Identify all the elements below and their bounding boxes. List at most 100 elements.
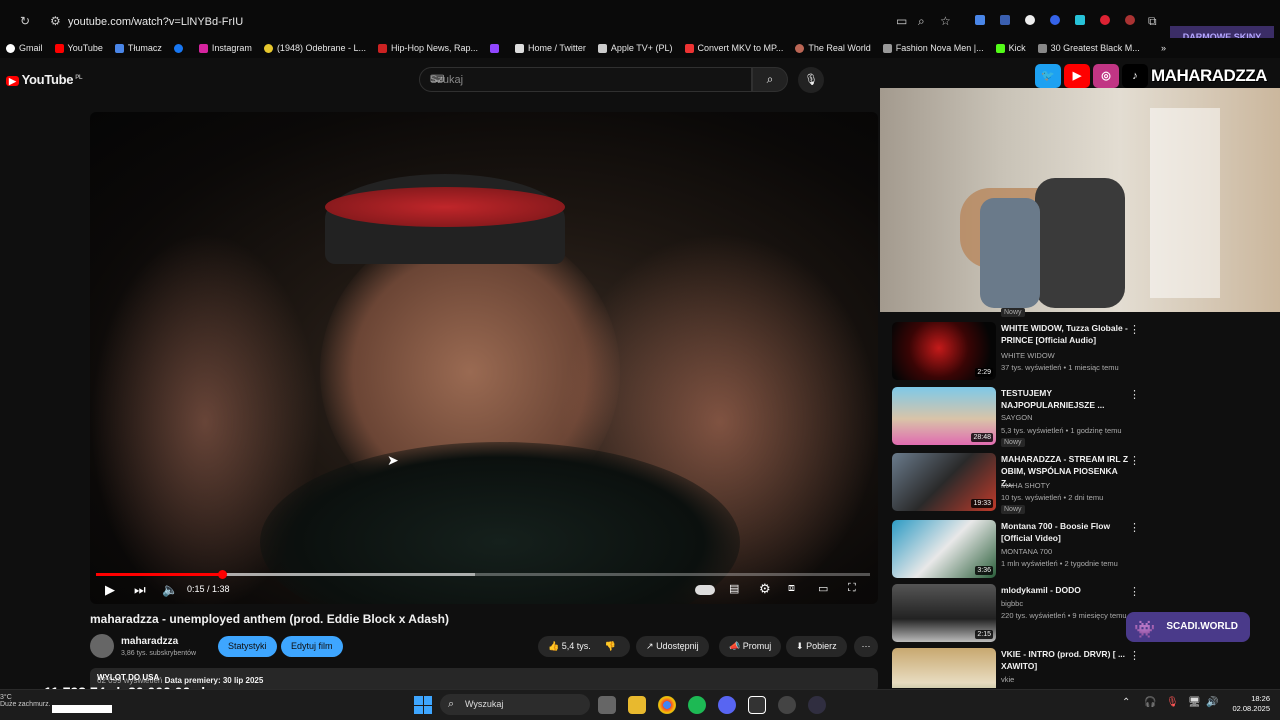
recommended-channel[interactable]: MAHA SHOTY — [1001, 481, 1050, 490]
autoplay-toggle[interactable] — [695, 585, 715, 595]
recommended-channel[interactable]: bigbbc — [1001, 599, 1023, 608]
zoom-icon[interactable]: ⌕ — [918, 14, 925, 29]
more-options-icon[interactable]: ⋮ — [1129, 585, 1140, 598]
steam-icon[interactable] — [778, 696, 796, 714]
volume-icon[interactable]: 🔈 — [162, 582, 178, 598]
spotify-icon[interactable] — [688, 696, 706, 714]
chrome-icon[interactable] — [658, 696, 676, 714]
bookmark-apple-tv[interactable]: Apple TV+ (PL) — [597, 43, 673, 53]
extension-icon[interactable] — [1050, 15, 1060, 25]
tray-overflow-icon[interactable]: ⌃ — [1122, 697, 1130, 708]
download-button[interactable]: ⬇ Pobierz — [786, 636, 847, 657]
video-thumbnail[interactable] — [892, 648, 996, 688]
recommended-channel[interactable]: SAYGON — [1001, 413, 1033, 422]
bookmark-real-world[interactable]: The Real World — [795, 43, 871, 53]
more-options-icon[interactable]: ⋮ — [1129, 323, 1140, 336]
bookmark-gmail[interactable]: Gmail — [6, 43, 43, 53]
bookmark-convert-mkv[interactable]: Convert MKV to MP... — [684, 43, 783, 53]
recommended-title[interactable]: TESTUJEMY NAJPOPULARNIEJSZE ... — [1001, 387, 1131, 411]
more-options-icon[interactable]: ⋮ — [1129, 521, 1140, 534]
recommended-video[interactable]: VKIE - INTRO (prod. DRVR) [ ... XAWITO] … — [892, 648, 1272, 688]
share-button[interactable]: ↗ Udostępnij — [636, 636, 709, 657]
recommended-title[interactable]: Montana 700 - Boosie Flow [Official Vide… — [1001, 520, 1131, 544]
progress-scrubber[interactable] — [217, 570, 227, 579]
video-player[interactable] — [90, 112, 878, 604]
address-bar[interactable]: youtube.com/watch?v=LlNYBd-FrIU — [68, 16, 243, 28]
theater-mode-icon[interactable]: ▭ — [818, 582, 828, 595]
more-options-icon[interactable]: ⋮ — [1129, 649, 1140, 662]
promote-button[interactable]: 📣 Promuj — [719, 636, 782, 657]
video-thumbnail[interactable]: 2:29 — [892, 322, 996, 380]
site-info-icon[interactable]: ⚙ — [50, 14, 61, 28]
recommended-title[interactable]: VKIE - INTRO (prod. DRVR) [ ... XAWITO] — [1001, 648, 1131, 672]
bookmark-star-icon[interactable]: ☆ — [940, 14, 951, 28]
thumbs-down-icon[interactable]: 👎 — [605, 641, 616, 651]
bookmark-fashion-nova[interactable]: Fashion Nova Men |... — [882, 43, 984, 53]
channel-avatar[interactable] — [90, 634, 114, 658]
extensions-puzzle-icon[interactable]: ⧉ — [1148, 14, 1157, 29]
extension-icon[interactable] — [1000, 15, 1010, 25]
video-thumbnail[interactable]: 2:15 — [892, 584, 996, 642]
recommended-video[interactable]: 28:48 TESTUJEMY NAJPOPULARNIEJSZE ... SA… — [892, 387, 1272, 449]
bookmark-greatest[interactable]: 30 Greatest Black M... — [1037, 43, 1140, 53]
capcut-icon[interactable] — [748, 696, 766, 714]
discord-icon[interactable] — [718, 696, 736, 714]
reload-icon[interactable]: ↻ — [20, 14, 30, 28]
windows-start-icon[interactable] — [414, 696, 432, 714]
extension-icon[interactable] — [1075, 15, 1085, 25]
video-thumbnail[interactable]: 28:48 — [892, 387, 996, 445]
recommended-title[interactable]: mlodykamil - DODO — [1001, 584, 1131, 596]
extension-icon[interactable] — [1125, 15, 1135, 25]
recommended-video[interactable]: 2:29 WHITE WIDOW, Tuzza Globale - PRINCE… — [892, 322, 1272, 384]
video-thumbnail[interactable]: 3:36 — [892, 520, 996, 578]
channel-name[interactable]: maharadzza — [121, 636, 178, 647]
search-button[interactable]: ⌕ — [752, 67, 788, 92]
subtitles-icon[interactable]: ▤ — [729, 582, 739, 595]
extension-icon[interactable] — [975, 15, 985, 25]
bookmark-translate[interactable]: Tłumacz — [114, 43, 162, 53]
system-clock[interactable]: 18:26 02.08.2025 — [1226, 694, 1270, 714]
recommended-video[interactable]: 19:33 MAHARADZZA - STREAM IRL Z OBIM, WS… — [892, 453, 1272, 515]
bookmark-instagram[interactable]: Instagram — [198, 43, 252, 53]
bookmarks-overflow-icon[interactable]: » — [1161, 43, 1166, 53]
fullscreen-icon[interactable]: ⛶ — [848, 582, 856, 595]
bookmark-hiphop-news[interactable]: Hip-Hop News, Rap... — [378, 43, 478, 53]
cast-icon[interactable]: ▭ — [896, 14, 907, 28]
next-icon[interactable]: ⏭ — [134, 582, 146, 598]
more-options-icon[interactable]: ⋮ — [1129, 454, 1140, 467]
obs-icon[interactable] — [808, 696, 826, 714]
like-button[interactable]: 👍 5,4 tys. 👎 — [538, 636, 630, 657]
play-icon[interactable]: ▶ — [105, 582, 115, 598]
microphone-tray-icon[interactable]: 🎙 — [1166, 697, 1179, 708]
recommended-title[interactable]: WHITE WIDOW, Tuzza Globale - PRINCE [Off… — [1001, 322, 1131, 346]
task-view-icon[interactable] — [598, 696, 616, 714]
bookmark-facebook[interactable] — [173, 43, 187, 53]
weather-widget[interactable]: 3°C Duże zachmurz. — [0, 694, 51, 708]
video-thumbnail[interactable]: 19:33 — [892, 453, 996, 511]
bookmark-youtube[interactable]: YouTube — [54, 43, 103, 53]
taskbar-search[interactable]: ⌕ Wyszukaj — [440, 694, 590, 715]
recommended-channel[interactable]: vkie — [1001, 675, 1014, 684]
file-explorer-icon[interactable] — [628, 696, 646, 714]
youtube-logo[interactable]: ▶ YouTube PL — [6, 72, 83, 87]
recommended-channel[interactable]: WHITE WIDOW — [1001, 351, 1055, 360]
bookmark-kick[interactable]: Kick — [995, 43, 1026, 53]
recommended-channel[interactable]: MONTANA 700 — [1001, 547, 1052, 556]
extension-icon[interactable] — [1025, 15, 1035, 25]
bookmark-odebrane[interactable]: (1948) Odebrane - L... — [263, 43, 366, 53]
miniplayer-icon[interactable]: ⧈ — [788, 582, 795, 595]
bookmark-twitch[interactable] — [490, 43, 503, 53]
voice-search-button[interactable]: 🎙 — [798, 67, 824, 93]
volume-tray-icon[interactable]: 🔊 — [1206, 697, 1218, 708]
bookmark-twitter[interactable]: Home / Twitter — [515, 43, 586, 53]
network-icon[interactable]: 🖥 — [1188, 697, 1201, 708]
extension-icon[interactable] — [1100, 15, 1110, 25]
more-actions-icon[interactable]: ⋯ — [854, 636, 878, 657]
search-input[interactable]: Szukaj ⌨ — [419, 67, 752, 92]
edit-video-button[interactable]: Edytuj film — [281, 636, 343, 657]
more-options-icon[interactable]: ⋮ — [1129, 388, 1140, 401]
stats-button[interactable]: Statystyki — [218, 636, 277, 657]
keyboard-icon[interactable]: ⌨ — [430, 74, 743, 85]
recommended-video[interactable]: 3:36 Montana 700 - Boosie Flow [Official… — [892, 520, 1272, 582]
headset-icon[interactable]: 🎧 — [1144, 697, 1156, 708]
